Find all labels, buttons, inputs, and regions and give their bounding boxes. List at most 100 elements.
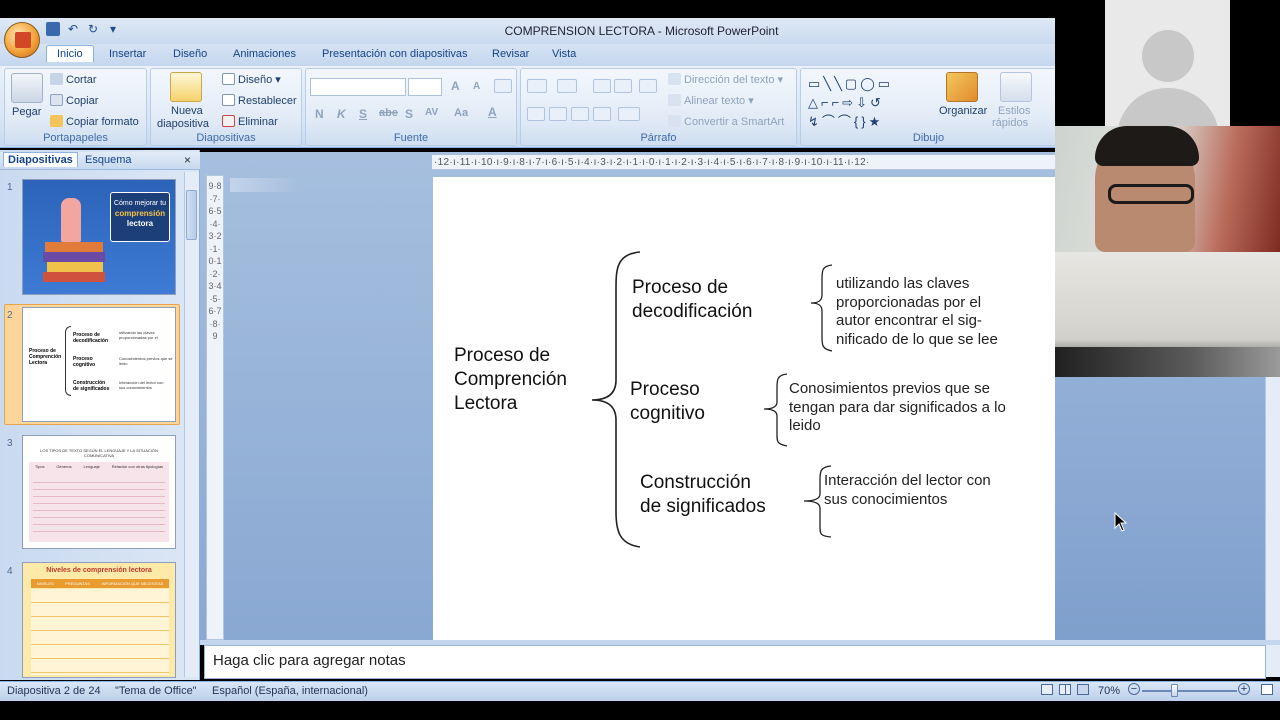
slide-thumbnail-4[interactable]: Niveles de comprensión lectora NIVELES P… [22,562,176,678]
avatar-head-icon [1142,30,1194,82]
arrange-icon[interactable] [946,72,978,102]
tab-revisar[interactable]: Revisar [492,48,529,60]
text-direction-button[interactable]: Dirección del texto ▾ [668,73,783,86]
font-name-field[interactable] [310,78,406,96]
bold-button[interactable]: N [315,107,324,121]
delete-slide-button[interactable]: Eliminar [222,115,278,128]
vertical-scrollbar[interactable] [1265,377,1280,677]
book-shape [43,272,105,282]
align-left-icon[interactable] [527,107,545,121]
clear-format-icon[interactable] [494,79,512,93]
normal-view-icon[interactable] [1041,684,1053,695]
detail-line: tengan para dar significados a lo [789,398,1006,416]
sorter-view-icon[interactable] [1059,684,1071,695]
zoom-out-icon[interactable]: − [1128,683,1140,695]
shapes-gallery[interactable]: ▭╲╲▢◯▭ △⌐⌐⇨⇩↺ ↯⌒⌒{}★ [808,74,926,131]
cut-button[interactable]: Cortar [50,73,97,86]
align-text-button[interactable]: Alinear texto ▾ [668,94,754,107]
quick-styles-label-1[interactable]: Estilos [998,105,1030,117]
tab-vista[interactable]: Vista [552,48,576,60]
panel-scrollbar[interactable] [184,172,199,677]
branch-cognitivo-title[interactable]: Proceso cognitivo [630,378,705,426]
main-concept[interactable]: Proceso de Comprención Lectora [454,344,567,416]
char-spacing-button[interactable]: AV [425,107,438,118]
thumb-line: Lectora [29,360,48,366]
notes-placeholder[interactable]: Haga clic para agregar notas [213,652,406,669]
strikethrough-button[interactable]: abe [379,107,398,119]
smartart-button[interactable]: Convertir a SmartArt [668,115,784,128]
zoom-in-icon[interactable]: + [1238,683,1250,695]
grow-font-button[interactable]: A [451,79,460,93]
shrink-font-button[interactable]: A [473,81,480,92]
columns-icon[interactable] [618,107,640,121]
arrange-button[interactable]: Organizar [939,105,987,117]
zoom-level[interactable]: 70% [1098,685,1120,697]
align-center-icon[interactable] [549,107,567,121]
slide-number: 2 [7,310,13,321]
branch-significados-detail[interactable]: Interacción del lector con sus conocimie… [824,472,991,509]
branch-decodificacion-detail[interactable]: utilizando las claves proporcionadas por… [836,275,998,349]
office-button[interactable] [4,22,40,58]
tab-diapositivas[interactable]: Diapositivas [3,152,78,167]
layout-button[interactable]: Diseño ▾ [222,73,281,86]
tab-esquema[interactable]: Esquema [85,154,131,166]
delete-label: Eliminar [238,116,278,128]
tab-insertar[interactable]: Insertar [109,48,146,60]
align-right-icon[interactable] [571,107,589,121]
thumb-col: PREGUNTAS [65,581,90,586]
smartart-icon [668,115,681,127]
reset-button[interactable]: Restablecer [222,94,297,107]
justify-icon[interactable] [593,107,611,121]
branch-decodificacion-title[interactable]: Proceso de decodificación [632,276,752,324]
format-painter-button[interactable]: Copiar formato [50,115,139,128]
decrease-indent-icon[interactable] [593,79,611,93]
decodificacion-brace [810,264,833,352]
branch-title-line: de significados [640,496,766,517]
tab-presentacion[interactable]: Presentación con diapositivas [322,48,468,60]
thumb-col: Géneros [56,464,72,469]
increase-indent-icon[interactable] [614,79,632,93]
slide-count-status: Diapositiva 2 de 24 [7,685,101,697]
slideshow-view-icon[interactable] [1077,684,1089,695]
paste-icon[interactable] [11,73,43,103]
zoom-slider-handle[interactable] [1171,684,1178,697]
theme-status: "Tema de Office" [115,685,197,697]
bullets-icon[interactable] [527,79,547,93]
video-tile-3 [1055,252,1280,377]
group-label: Diapositivas [196,132,256,144]
close-icon[interactable]: × [184,153,191,167]
tab-inicio[interactable]: Inicio [46,45,94,62]
panel-scroll-thumb[interactable] [186,190,197,240]
branch-significados-title[interactable]: Construcción de significados [640,471,766,519]
new-slide-label-1[interactable]: Nueva [171,105,203,117]
zoom-slider[interactable] [1142,690,1237,692]
underline-button[interactable]: S [359,107,367,121]
format-painter-label: Copiar formato [66,116,139,128]
branch-cognitivo-detail[interactable]: Conosimientos previos que se tengan para… [789,380,1006,436]
line-spacing-icon[interactable] [639,79,657,93]
slide-thumbnail-2[interactable]: Proceso de Comprención Lectora Proceso de d… [22,307,176,422]
tab-animaciones[interactable]: Animaciones [233,48,296,60]
slide-thumbnail-3[interactable]: LOS TIPOS DE TEXTO SEGÚN EL LENGUAJE Y L… [22,435,176,549]
video-tile-1 [1055,0,1280,126]
quick-styles-icon[interactable] [1000,72,1032,102]
thumb-title-line: comprensión [114,209,166,218]
copy-button[interactable]: Copiar [50,94,98,107]
change-case-button[interactable]: Aa [454,107,468,119]
shadow-button[interactable]: S [405,107,413,121]
fit-window-icon[interactable] [1261,684,1273,695]
text-direction-icon [668,73,681,85]
layout-label: Diseño [238,74,273,86]
thumb-line: decodificación [73,338,109,344]
font-size-field[interactable] [408,78,442,96]
new-slide-label-2[interactable]: diapositiva [157,118,209,130]
numbering-icon[interactable] [557,79,577,93]
font-color-button[interactable]: A [488,105,497,119]
quick-styles-label-2[interactable]: rápidos [992,117,1028,129]
paste-button[interactable]: Pegar [12,106,41,118]
language-status[interactable]: Español (España, internacional) [212,685,368,697]
italic-button[interactable]: K [337,107,346,121]
tab-diseno[interactable]: Diseño [173,48,207,60]
new-slide-icon[interactable] [170,72,202,102]
slide-thumbnail-1[interactable]: Cómo mejorar tu comprensión lectora [22,179,176,295]
